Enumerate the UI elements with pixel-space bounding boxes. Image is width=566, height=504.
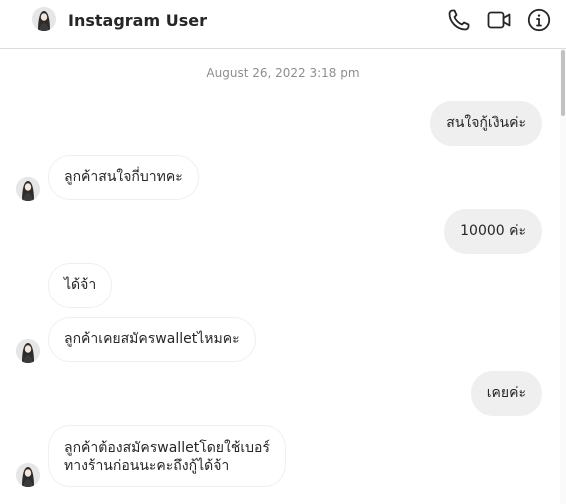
message-line: ลูกค้าต้องสมัครwalletโดยใช้เบอร์ bbox=[64, 440, 270, 456]
user-avatar-icon[interactable] bbox=[32, 7, 56, 31]
outgoing-message[interactable]: 10000 ค่ะ bbox=[444, 209, 542, 254]
incoming-message[interactable]: ลูกค้าเคยสมัครwalletไหมคะ bbox=[48, 317, 256, 362]
outgoing-message[interactable]: เคยค่ะ bbox=[470, 371, 542, 416]
sender-avatar-icon[interactable] bbox=[16, 177, 40, 201]
incoming-message[interactable]: ลูกค้าต้องสมัครwalletโดยใช้เบอร์ ทางร้าน… bbox=[48, 425, 286, 487]
chat-header: Instagram User bbox=[0, 0, 566, 49]
conversation-title[interactable]: Instagram User bbox=[68, 11, 207, 31]
phone-icon[interactable] bbox=[447, 8, 471, 32]
sender-avatar-icon[interactable] bbox=[16, 463, 40, 487]
info-icon[interactable] bbox=[527, 8, 551, 32]
message-line: ทางร้านก่อนนะคะถึงกู้ได้จ้า bbox=[64, 458, 230, 474]
sender-avatar-icon[interactable] bbox=[16, 339, 40, 363]
video-call-icon[interactable] bbox=[487, 8, 511, 32]
incoming-message[interactable]: ลูกค้าสนใจกี่บาทคะ bbox=[48, 155, 199, 200]
incoming-message[interactable]: ได้จ้า bbox=[48, 263, 113, 308]
outgoing-message[interactable]: สนใจกู้เงินค่ะ bbox=[430, 101, 542, 146]
message-timestamp: August 26, 2022 3:18 pm bbox=[206, 66, 360, 80]
scrollbar-thumb[interactable] bbox=[561, 50, 565, 116]
scrollbar-track[interactable] bbox=[560, 49, 566, 504]
